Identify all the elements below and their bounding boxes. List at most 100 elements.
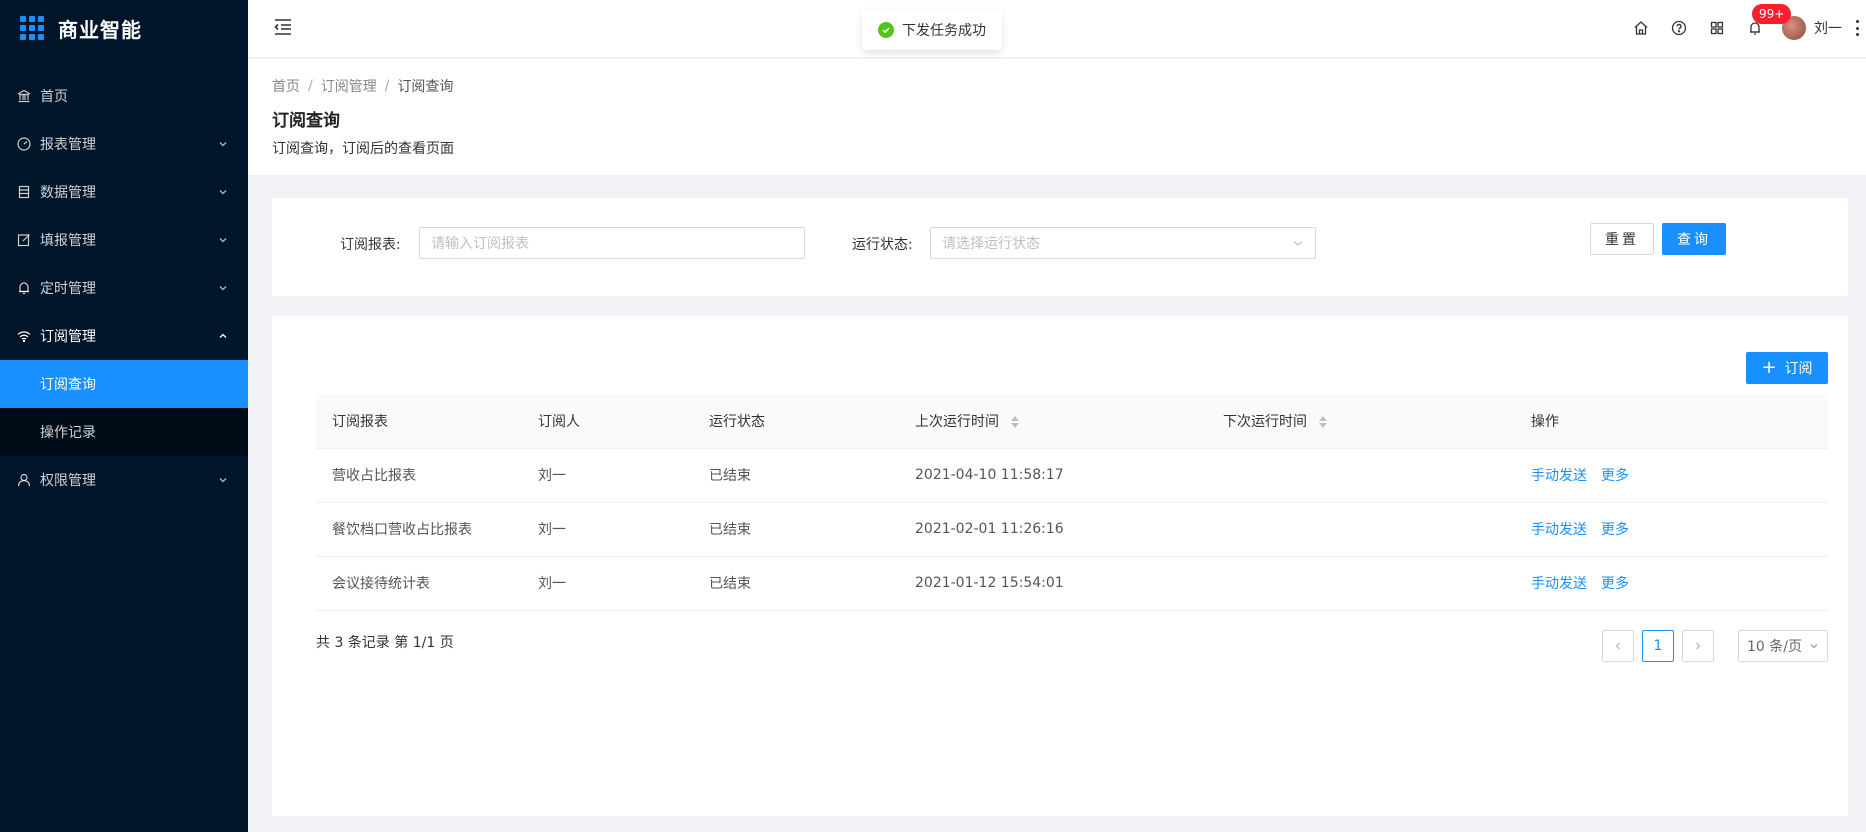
chevron-up-icon [219,333,227,338]
page-header: 首页 / 订阅管理 / 订阅查询 订阅查询 订阅查询，订阅后的查看页面 [248,59,1866,175]
status-select[interactable]: 请选择运行状态 [930,227,1316,259]
column-header-subscriber: 订阅人 [522,394,693,449]
page-size-value: 10 条/页 [1747,639,1802,655]
toast-message: 下发任务成功 [902,23,986,39]
breadcrumb-current: 订阅查询 [397,79,454,95]
cell-next-run [1207,448,1515,503]
chevron-down-icon [1293,241,1303,246]
breadcrumb-subscription[interactable]: 订阅管理 [321,76,377,96]
page-number-button[interactable]: 1 [1642,630,1674,662]
sidebar-item-schedule[interactable]: 定时管理 [0,264,248,312]
appstore-icon[interactable] [1698,0,1736,56]
sidebar-item-subscription[interactable]: 订阅管理 [0,312,248,360]
menu-fold-icon[interactable] [272,16,294,38]
check-circle-icon [878,22,894,38]
more-link[interactable]: 更多 [1601,468,1629,484]
more-link[interactable]: 更多 [1601,522,1629,538]
breadcrumb-home[interactable]: 首页 [272,76,300,96]
sidebar-item-label: 首页 [40,89,68,105]
filter-card: 订阅报表: 请输入订阅报表 运行状态: 请选择运行状态 重置 查询 [272,198,1848,296]
sidebar-item-label: 填报管理 [40,233,96,249]
sidebar-item-fill[interactable]: 填报管理 [0,216,248,264]
cell-subscriber: 刘一 [522,502,693,557]
sidebar-subitem-subscription-query[interactable]: 订阅查询 [0,360,248,408]
chevron-left-icon [1615,642,1620,650]
header-actions: 99+ 刘一 [1622,0,1866,56]
plus-icon: + [1761,357,1777,378]
manual-send-link[interactable]: 手动发送 [1531,576,1587,592]
subscription-table: 订阅报表 订阅人 运行状态 上次运行时间 下次运行时间 操作 营收占比报表 刘一… [316,394,1828,611]
status-select-placeholder: 请选择运行状态 [942,236,1040,252]
cell-actions: 手动发送 更多 [1515,502,1828,557]
help-icon[interactable] [1660,0,1698,56]
next-page-button[interactable] [1682,630,1714,662]
add-subscription-button[interactable]: + 订阅 [1746,352,1828,384]
reset-button-label: 重置 [1605,232,1639,248]
chevron-down-icon [219,286,227,291]
cell-actions: 手动发送 更多 [1515,448,1828,503]
page-size-select[interactable]: 10 条/页 [1738,630,1828,662]
chevron-down-icon [219,190,227,195]
success-toast: 下发任务成功 [862,10,1002,50]
bank-icon [16,88,32,104]
chevron-down-icon [219,142,227,147]
sidebar-item-permissions[interactable]: 权限管理 [0,456,248,504]
column-header-status: 运行状态 [693,394,899,449]
manual-send-link[interactable]: 手动发送 [1531,468,1587,484]
column-header-label: 上次运行时间 [915,413,999,430]
sort-icon[interactable] [1011,415,1020,428]
sidebar-item-label: 定时管理 [40,281,96,297]
notification-bell-icon[interactable]: 99+ [1736,0,1792,56]
bell-icon [16,280,32,296]
column-header-last-run[interactable]: 上次运行时间 [899,394,1207,449]
query-button-label: 查询 [1677,232,1711,248]
sidebar-subitem-operation-log[interactable]: 操作记录 [0,408,248,456]
report-input-placeholder: 请输入订阅报表 [431,236,529,252]
cell-status: 已结束 [693,448,899,503]
prev-page-button[interactable] [1602,630,1634,662]
sidebar-item-reports[interactable]: 报表管理 [0,120,248,168]
add-subscription-label: 订阅 [1784,361,1813,377]
cell-actions: 手动发送 更多 [1515,556,1828,611]
reset-button[interactable]: 重置 [1590,223,1654,255]
table-summary: 共 3 条记录 第 1/1 页 [316,635,454,651]
cell-report: 会议接待统计表 [316,556,522,611]
cell-subscriber: 刘一 [522,556,693,611]
more-vertical-icon[interactable] [1854,20,1860,36]
sidebar-item-label: 权限管理 [40,473,96,489]
home-icon[interactable] [1622,0,1660,56]
cell-report: 餐饮档口营收占比报表 [316,502,522,557]
cell-status: 已结束 [693,556,899,611]
notification-badge: 99+ [1752,4,1792,24]
sidebar-item-home[interactable]: 首页 [0,72,248,120]
chevron-down-icon [219,238,227,243]
subscription-submenu: 订阅查询 操作记录 [0,360,248,456]
table-row: 会议接待统计表 刘一 已结束 2021-01-12 15:54:01 手动发送更… [316,556,1828,611]
page-description: 订阅查询，订阅后的查看页面 [272,141,454,157]
sidebar-item-label: 报表管理 [40,137,96,153]
sort-icon[interactable] [1319,415,1328,428]
chevron-down-icon [1810,644,1818,649]
column-header-next-run[interactable]: 下次运行时间 [1207,394,1515,449]
app-title: 商业智能 [58,17,142,42]
manual-send-link[interactable]: 手动发送 [1531,522,1587,538]
logo[interactable]: 商业智能 [0,0,248,56]
sidebar-item-data[interactable]: 数据管理 [0,168,248,216]
query-button[interactable]: 查询 [1662,223,1726,255]
user-name: 刘一 [1814,21,1842,37]
breadcrumb: 首页 / 订阅管理 / 订阅查询 [272,75,1842,97]
report-search-input[interactable]: 请输入订阅报表 [419,227,805,259]
more-link[interactable]: 更多 [1601,576,1629,592]
sidebar-item-label: 操作记录 [40,425,96,441]
database-icon [16,184,32,200]
sidebar-item-label: 订阅查询 [40,377,96,393]
cell-next-run [1207,502,1515,557]
form-icon [16,232,32,248]
dashboard-icon [16,136,32,152]
table-row: 餐饮档口营收占比报表 刘一 已结束 2021-02-01 11:26:16 手动… [316,502,1828,557]
sidebar-item-label: 数据管理 [40,185,96,201]
cell-next-run [1207,556,1515,611]
cell-status: 已结束 [693,502,899,557]
cell-subscriber: 刘一 [522,448,693,503]
breadcrumb-separator: / [384,78,390,94]
